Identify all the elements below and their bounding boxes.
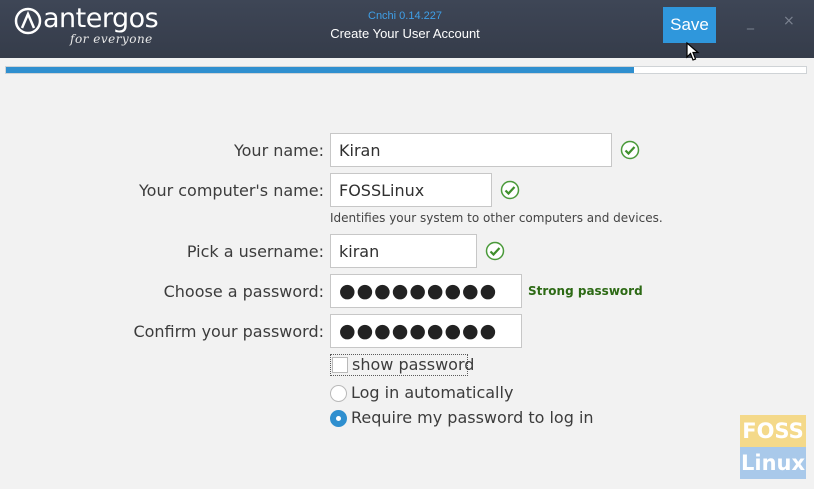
your-name-value: Kiran [339, 140, 381, 160]
minimize-button[interactable]: _ [747, 14, 754, 30]
confirm-password-label: Confirm your password: [133, 322, 324, 341]
computer-name-value: FOSSLinux [339, 180, 425, 200]
close-button[interactable]: × [783, 13, 795, 29]
progress-fill [6, 67, 634, 73]
username-value: kiran [339, 241, 380, 261]
save-button[interactable]: Save [663, 7, 716, 43]
progress-bar [5, 66, 807, 74]
require-password-radio[interactable] [330, 410, 347, 427]
computer-name-label: Your computer's name: [139, 181, 324, 200]
require-password-label: Require my password to log in [351, 408, 594, 427]
check-circle-icon [500, 180, 520, 200]
confirm-password-input[interactable]: ●●●●●●●●● [330, 314, 522, 348]
watermark-linux: Linux [740, 447, 806, 479]
check-circle-icon [485, 241, 505, 261]
antergos-logo-icon [14, 7, 42, 35]
password-label: Choose a password: [163, 282, 324, 301]
computer-name-hint: Identifies your system to other computer… [330, 211, 663, 225]
logo-text: antergos [43, 3, 159, 34]
mouse-cursor-icon [686, 42, 700, 61]
password-input[interactable]: ●●●●●●●●● [330, 274, 522, 308]
check-circle-icon [620, 140, 640, 160]
antergos-logo: antergos for everyone [14, 3, 164, 51]
page-title: Create Your User Account [330, 26, 480, 41]
username-input[interactable]: kiran [330, 234, 477, 268]
your-name-input[interactable]: Kiran [330, 133, 612, 167]
watermark-foss: FOSS [740, 415, 806, 447]
log-in-automatically-radio[interactable] [330, 385, 347, 402]
show-password-toggle[interactable]: show password [330, 354, 474, 376]
logo-tagline: for everyone [70, 32, 153, 46]
show-password-checkbox[interactable] [332, 357, 348, 373]
app-version: Cnchi 0.14.227 [368, 10, 442, 22]
log-in-automatically-label: Log in automatically [351, 383, 514, 402]
username-label: Pick a username: [186, 242, 324, 261]
computer-name-input[interactable]: FOSSLinux [330, 173, 492, 207]
show-password-label: show password [352, 355, 475, 374]
password-strength: Strong password [528, 284, 643, 298]
confirm-password-value: ●●●●●●●●● [339, 320, 498, 342]
password-value: ●●●●●●●●● [339, 280, 498, 302]
your-name-label: Your name: [233, 141, 324, 160]
